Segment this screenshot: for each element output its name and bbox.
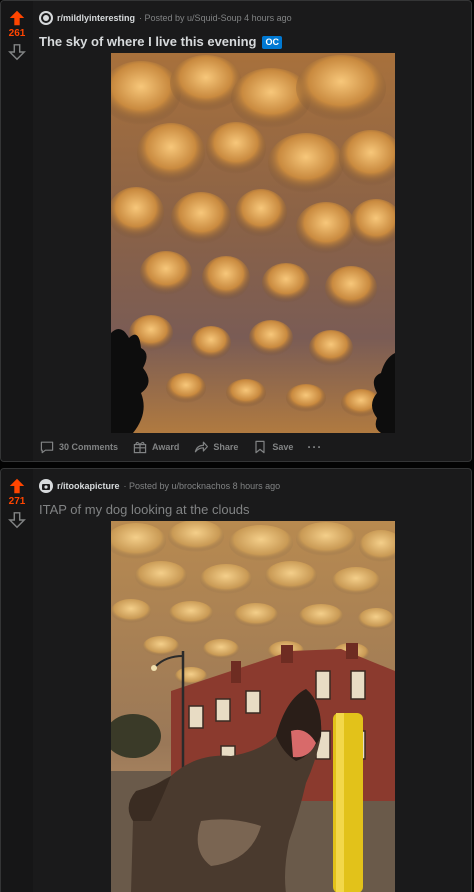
downvote-arrow-icon[interactable] — [8, 43, 26, 61]
oc-flair-badge: OC — [262, 35, 282, 49]
more-options-button[interactable]: ··· — [307, 440, 322, 454]
share-icon — [195, 441, 209, 453]
posted-by-text: · Posted by u/Squid-Soup 4 hours ago — [139, 13, 292, 23]
post-title[interactable]: ITAP of my dog looking at the clouds — [39, 501, 250, 519]
post-image-dog-clouds[interactable] — [111, 521, 395, 892]
upvote-arrow-icon[interactable] — [8, 9, 26, 27]
post-actions-bar: 30 Comments Award Share Save ··· — [39, 437, 322, 457]
post-card[interactable]: 261 r/mildlyinteresting · Posted by u/Sq… — [0, 0, 472, 462]
comment-icon — [40, 441, 54, 454]
posted-by-text: · Posted by u/brocknachos 8 hours ago — [123, 481, 281, 491]
share-label: Share — [213, 442, 239, 452]
bookmark-icon — [255, 440, 265, 454]
subreddit-link[interactable]: r/itookapicture — [57, 481, 120, 491]
award-label: Award — [152, 442, 180, 452]
award-button[interactable]: Award — [132, 439, 179, 455]
post-card[interactable]: 271 r/itookapicture · Posted by u/brockn… — [0, 468, 472, 892]
award-icon — [133, 441, 147, 454]
comments-button[interactable]: 30 Comments — [39, 439, 118, 455]
comments-count: 30 Comments — [59, 442, 119, 452]
post-title[interactable]: The sky of where I live this evening — [39, 33, 256, 51]
post-image-mammatus-clouds[interactable] — [111, 53, 395, 433]
save-label: Save — [272, 442, 294, 452]
save-button[interactable]: Save — [252, 439, 293, 455]
more-options-icon: ··· — [307, 440, 323, 454]
downvote-arrow-icon[interactable] — [8, 511, 26, 529]
upvote-arrow-icon[interactable] — [8, 477, 26, 495]
subreddit-icon[interactable] — [39, 11, 53, 25]
vote-column: 271 — [1, 469, 33, 892]
share-button[interactable]: Share — [193, 439, 238, 455]
post-meta: r/mildlyinteresting · Posted by u/Squid-… — [39, 9, 471, 27]
vote-column: 261 — [1, 1, 33, 461]
subreddit-icon[interactable] — [39, 479, 53, 493]
subreddit-link[interactable]: r/mildlyinteresting — [57, 13, 135, 23]
post-meta: r/itookapicture · Posted by u/brocknacho… — [39, 477, 471, 495]
vote-score: 271 — [8, 496, 26, 507]
vote-score: 261 — [8, 28, 26, 39]
